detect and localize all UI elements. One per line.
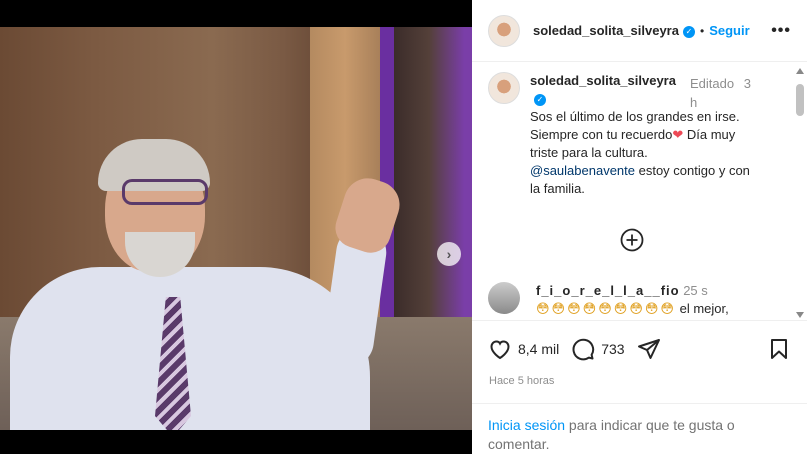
verified-badge-icon: ✓ [534, 93, 546, 106]
share-icon[interactable] [637, 337, 661, 361]
header-separator: • [699, 23, 705, 38]
post-timestamp[interactable]: Hace 5 horas [472, 361, 807, 387]
caption-username[interactable]: soledad_solita_silveyra [530, 73, 676, 88]
like-count[interactable]: 8,4 mil [518, 341, 559, 357]
heart-emoji: ❤ [672, 127, 684, 142]
login-link[interactable]: Inicia sesión [488, 417, 565, 433]
comment-body: f_i_o_r_e_l_l_a__fio 25 s 😳😳😳😳😳😳😳😳😳 el m… [536, 282, 729, 318]
header-username-text[interactable]: soledad_solita_silveyra [533, 23, 679, 38]
more-horizontal-icon[interactable]: ••• [771, 22, 791, 40]
avatar[interactable] [488, 72, 520, 104]
post-photo[interactable]: › [0, 27, 472, 430]
comment-item: f_i_o_r_e_l_l_a__fio 25 s 😳😳😳😳😳😳😳😳😳 el m… [488, 282, 729, 318]
person-glasses [122, 179, 208, 205]
mention-link[interactable]: @saulabenavente [530, 163, 635, 178]
comment-text: el mejor, [679, 301, 729, 316]
next-image-button[interactable]: › [437, 242, 461, 266]
avatar[interactable] [488, 282, 520, 314]
action-bar: 8,4 mil 733 [472, 321, 807, 361]
post-header: soledad_solita_silveyra ✓ • Seguir ••• [472, 0, 807, 62]
comment-time: 25 s [683, 283, 708, 298]
follow-button[interactable]: Seguir [709, 23, 749, 38]
comment-icon[interactable] [571, 337, 595, 361]
caption: soledad_solita_silveyra ✓ Sos el último d… [472, 62, 807, 198]
heart-icon[interactable] [488, 337, 512, 361]
avatar[interactable] [488, 14, 520, 47]
post-media: › [0, 0, 472, 454]
bookmark-icon[interactable] [767, 337, 791, 361]
load-more-comments-icon[interactable] [620, 228, 644, 252]
comment-emojis: 😳😳😳😳😳😳😳😳😳 [536, 301, 676, 316]
header-username[interactable]: soledad_solita_silveyra ✓ [533, 23, 695, 38]
comments-list[interactable]: soledad_solita_silveyra ✓ Sos el último d… [472, 62, 807, 320]
edited-label: Editado [690, 76, 735, 91]
verified-badge-icon: ✓ [682, 25, 695, 38]
chevron-right-icon: › [446, 246, 452, 262]
comments-scrollbar[interactable] [795, 68, 805, 318]
scroll-down-icon[interactable] [796, 312, 804, 318]
login-prompt: Inicia sesión para indicar que te gusta … [472, 403, 807, 454]
comment-count[interactable]: 733 [601, 341, 624, 357]
post-side-panel: soledad_solita_silveyra ✓ • Seguir ••• so… [472, 0, 807, 454]
caption-text: Sos el último de los grandes en irse. Si… [530, 108, 755, 198]
scroll-up-icon[interactable] [796, 68, 804, 74]
caption-meta: Editado 3 h [690, 74, 760, 112]
comment-username[interactable]: f_i_o_r_e_l_l_a__fio [536, 283, 680, 298]
scroll-thumb[interactable] [796, 84, 804, 116]
post-actions: 8,4 mil 733 Hace 5 horas Inicia sesión p… [472, 320, 807, 454]
